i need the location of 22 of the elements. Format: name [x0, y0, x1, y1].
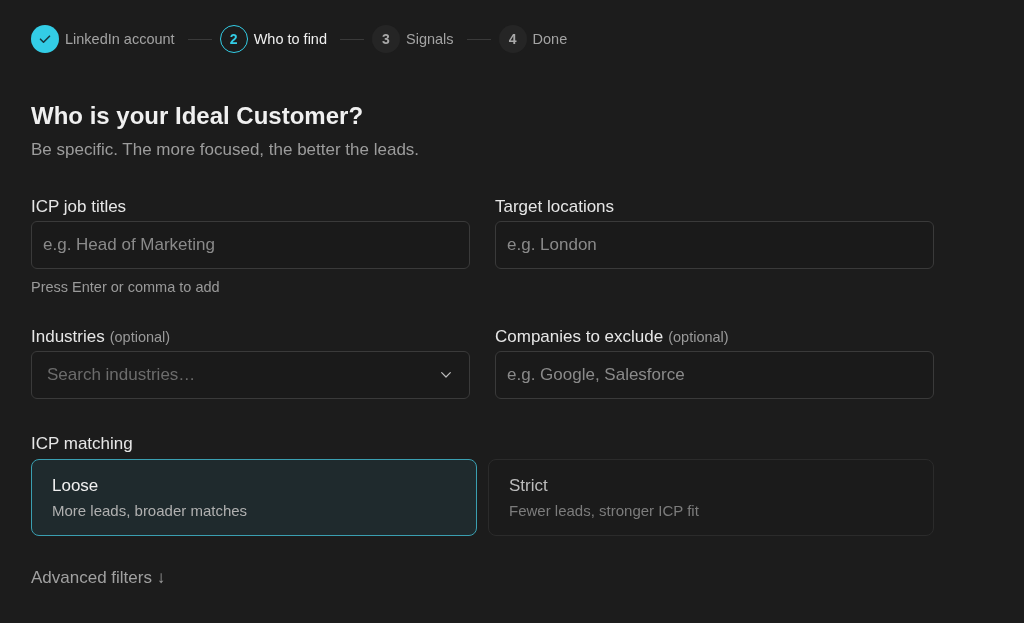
- option-card[interactable]: Loose More leads, broader matches: [31, 459, 477, 536]
- advanced-filters-link[interactable]: Advanced filters ↓: [31, 567, 166, 589]
- text-input[interactable]: e.g. London: [495, 221, 934, 269]
- field-hint: Press Enter or comma to add: [31, 278, 221, 296]
- field-label: Target locations: [495, 196, 616, 218]
- field-label: Industries (optional): [31, 326, 172, 348]
- page-title: Who is your Ideal Customer?: [31, 101, 365, 131]
- text-input[interactable]: e.g. Head of Marketing: [31, 221, 470, 269]
- page-subtitle: Be specific. The more focused, the better the leads.: [31, 139, 421, 161]
- step-label: Done: [532, 31, 568, 47]
- chevron-down-icon: [441, 372, 451, 378]
- step-label: LinkedIn account: [65, 31, 175, 47]
- step-number: 3: [372, 25, 400, 53]
- step-label: Signals: [406, 31, 454, 47]
- field-label: Companies to exclude (optional): [495, 326, 730, 348]
- option-card[interactable]: Strict Fewer leads, stronger ICP fit: [488, 459, 934, 536]
- section-label: ICP matching: [31, 433, 134, 455]
- text-input[interactable]: e.g. Google, Salesforce: [495, 351, 934, 399]
- step-label: Who to find: [253, 31, 327, 47]
- field-label: ICP job titles: [31, 196, 128, 218]
- dropdown-field[interactable]: Search industries…: [31, 351, 470, 399]
- step-number: 4: [498, 25, 527, 53]
